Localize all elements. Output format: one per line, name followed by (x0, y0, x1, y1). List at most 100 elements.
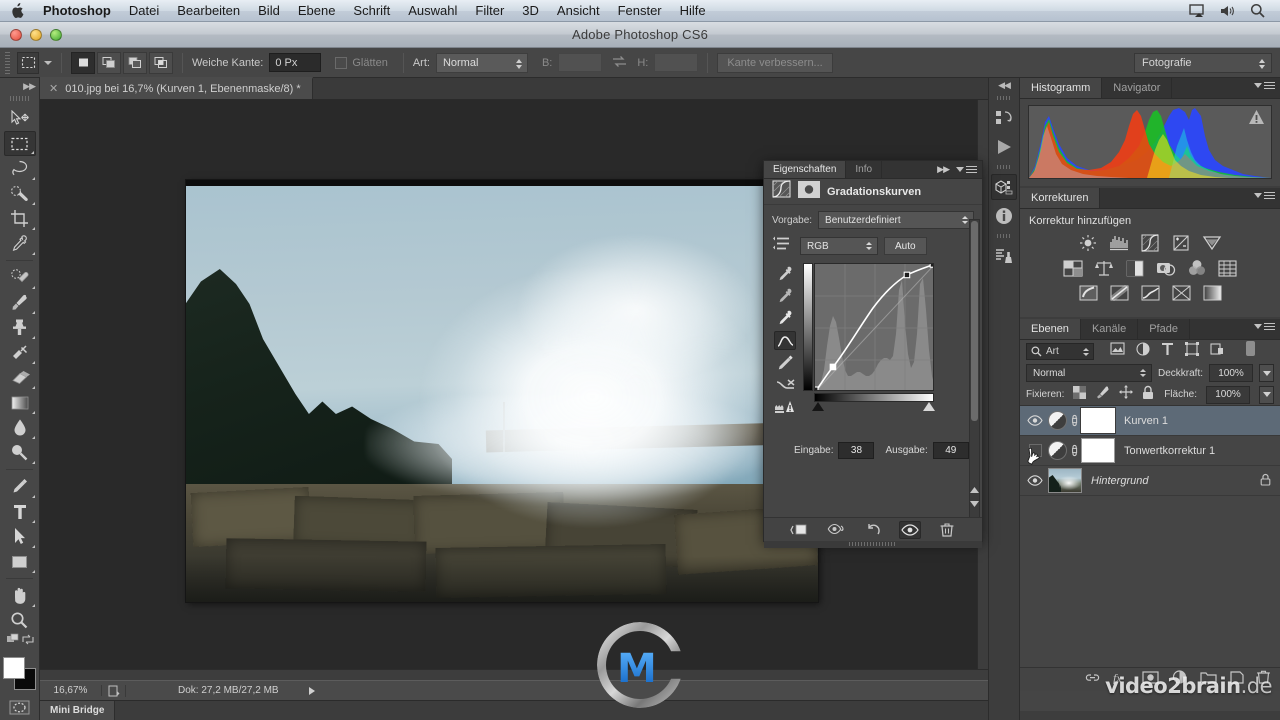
double-chevron-right-icon[interactable]: ▶▶ (937, 164, 950, 175)
info-panel-icon[interactable] (991, 203, 1017, 229)
rectangle-tool[interactable] (4, 549, 36, 574)
actions-panel-icon[interactable] (991, 134, 1017, 160)
menu-item-auswahl[interactable]: Auswahl (399, 0, 466, 22)
link-mask-icon[interactable] (1067, 444, 1081, 457)
brush-tool[interactable] (4, 290, 36, 315)
scroll-down-arrow-icon[interactable] (969, 498, 979, 509)
toggle-previous-state-icon[interactable] (825, 521, 847, 539)
scrollbar-thumb[interactable] (971, 221, 978, 421)
threshold-icon[interactable] (1139, 283, 1161, 303)
new-layer-icon[interactable] (1230, 670, 1244, 689)
layer-visibility-toggle[interactable] (1022, 415, 1048, 426)
blur-tool[interactable] (4, 415, 36, 440)
reset-adjustment-icon[interactable] (862, 521, 884, 539)
properties-scrollbar[interactable] (969, 219, 980, 519)
new-selection-button[interactable] (71, 51, 95, 74)
menu-item-fenster[interactable]: Fenster (609, 0, 671, 22)
layer-comps-panel-icon[interactable] (991, 243, 1017, 269)
more-tools-icon[interactable] (6, 633, 21, 651)
rectangular-marquee-icon[interactable] (17, 51, 39, 74)
zoom-tool[interactable] (4, 608, 36, 633)
hue-saturation-icon[interactable] (1062, 258, 1084, 278)
panel-menu-icon[interactable] (956, 166, 977, 173)
gradient-map-icon[interactable] (1201, 283, 1223, 303)
gradient-tool[interactable] (4, 390, 36, 415)
link-mask-icon[interactable] (1067, 414, 1081, 427)
antialias-checkbox[interactable] (335, 56, 348, 69)
swap-colors-icon[interactable] (21, 633, 35, 651)
adjustment-layer-thumbnail[interactable] (1048, 411, 1067, 430)
tool-preset-chevron-down-icon[interactable] (44, 60, 52, 65)
layer-mask-thumbnail[interactable] (1081, 408, 1115, 433)
play-arrow-icon[interactable] (308, 686, 315, 695)
feather-input[interactable]: 0 Px (269, 53, 322, 72)
add-layer-mask-icon[interactable] (1142, 670, 1159, 689)
gray-point-eyedropper-icon[interactable] (774, 287, 796, 306)
style-select[interactable]: Normal (435, 52, 528, 73)
layer-mask-thumbnail[interactable] (1081, 438, 1115, 463)
output-value[interactable]: 49 (932, 442, 969, 459)
pixel-filter-icon[interactable] (1110, 342, 1125, 360)
move-tool[interactable] (4, 106, 36, 131)
pencil-draw-curve-icon[interactable] (774, 353, 796, 372)
menu-item-hilfe[interactable]: Hilfe (671, 0, 715, 22)
menu-item-3d[interactable]: 3D (513, 0, 548, 22)
preset-select[interactable]: Benutzerdefiniert (818, 211, 974, 229)
filter-power-toggle-icon[interactable] (1245, 340, 1256, 362)
channel-select[interactable]: RGB (800, 237, 878, 255)
exposure-icon[interactable] (1170, 233, 1192, 253)
brightness-contrast-icon[interactable] (1077, 233, 1099, 253)
table-row[interactable]: Hintergrund (1020, 466, 1280, 496)
black-input-slider[interactable] (812, 402, 824, 411)
eyedropper-tool[interactable] (4, 231, 36, 256)
clip-to-layer-icon[interactable] (788, 521, 810, 539)
curve-graph[interactable] (803, 263, 935, 416)
toolbox-collapse-button[interactable]: ▶▶ (0, 78, 39, 94)
lock-image-pixels-icon[interactable] (1095, 386, 1110, 404)
shape-filter-icon[interactable] (1185, 341, 1199, 361)
fill-chevron-down-icon[interactable] (1259, 385, 1274, 404)
width-input[interactable] (558, 53, 603, 72)
type-tool[interactable] (4, 499, 36, 524)
type-filter-icon[interactable] (1161, 342, 1174, 361)
adjustment-filter-icon[interactable] (1136, 341, 1150, 361)
black-white-icon[interactable] (1124, 258, 1146, 278)
black-point-eyedropper-icon[interactable] (774, 265, 796, 284)
pen-tool[interactable] (4, 474, 36, 499)
on-image-adjust-icon[interactable] (772, 235, 794, 257)
table-row[interactable]: Tonwertkorrektur 1 (1020, 436, 1280, 466)
menu-item-filter[interactable]: Filter (466, 0, 513, 22)
history-panel-icon[interactable] (991, 105, 1017, 131)
height-input[interactable] (654, 53, 699, 72)
levels-icon[interactable] (1108, 233, 1130, 253)
close-icon[interactable]: ✕ (49, 83, 58, 95)
opacity-chevron-down-icon[interactable] (1259, 364, 1274, 382)
smooth-curve-icon[interactable] (774, 375, 796, 394)
new-adjustment-layer-icon[interactable] (1172, 670, 1187, 689)
properties-resize-grip[interactable] (764, 541, 982, 548)
path-selection-tool[interactable] (4, 524, 36, 549)
lock-transparent-pixels-icon[interactable] (1073, 385, 1087, 404)
scroll-up-arrow-icon[interactable] (969, 484, 979, 495)
blend-mode-select[interactable]: Normal (1026, 364, 1152, 382)
menu-item-photoshop[interactable]: Photoshop (34, 0, 120, 22)
channel-mixer-icon[interactable] (1186, 258, 1208, 278)
layer-visibility-toggle[interactable] (1022, 475, 1048, 486)
tab-kanaele[interactable]: Kanäle (1081, 319, 1139, 339)
delete-adjustment-icon[interactable] (936, 521, 958, 539)
airplay-icon[interactable] (1189, 2, 1206, 19)
search-icon[interactable] (1249, 2, 1266, 19)
intersect-selection-button[interactable] (149, 51, 173, 74)
layer-name[interactable]: Hintergrund (1091, 475, 1148, 487)
dodge-tool[interactable] (4, 440, 36, 465)
panel-menu-icon[interactable] (1254, 82, 1275, 89)
auto-button[interactable]: Auto (884, 237, 927, 255)
white-input-slider[interactable] (923, 402, 935, 411)
invert-icon[interactable] (1077, 283, 1099, 303)
posterize-icon[interactable] (1108, 283, 1130, 303)
curves-icon[interactable] (1139, 233, 1161, 253)
clone-stamp-tool[interactable] (4, 315, 36, 340)
menu-item-schrift[interactable]: Schrift (344, 0, 399, 22)
layer-name[interactable]: Tonwertkorrektur 1 (1124, 445, 1215, 457)
volume-icon[interactable] (1219, 2, 1236, 19)
